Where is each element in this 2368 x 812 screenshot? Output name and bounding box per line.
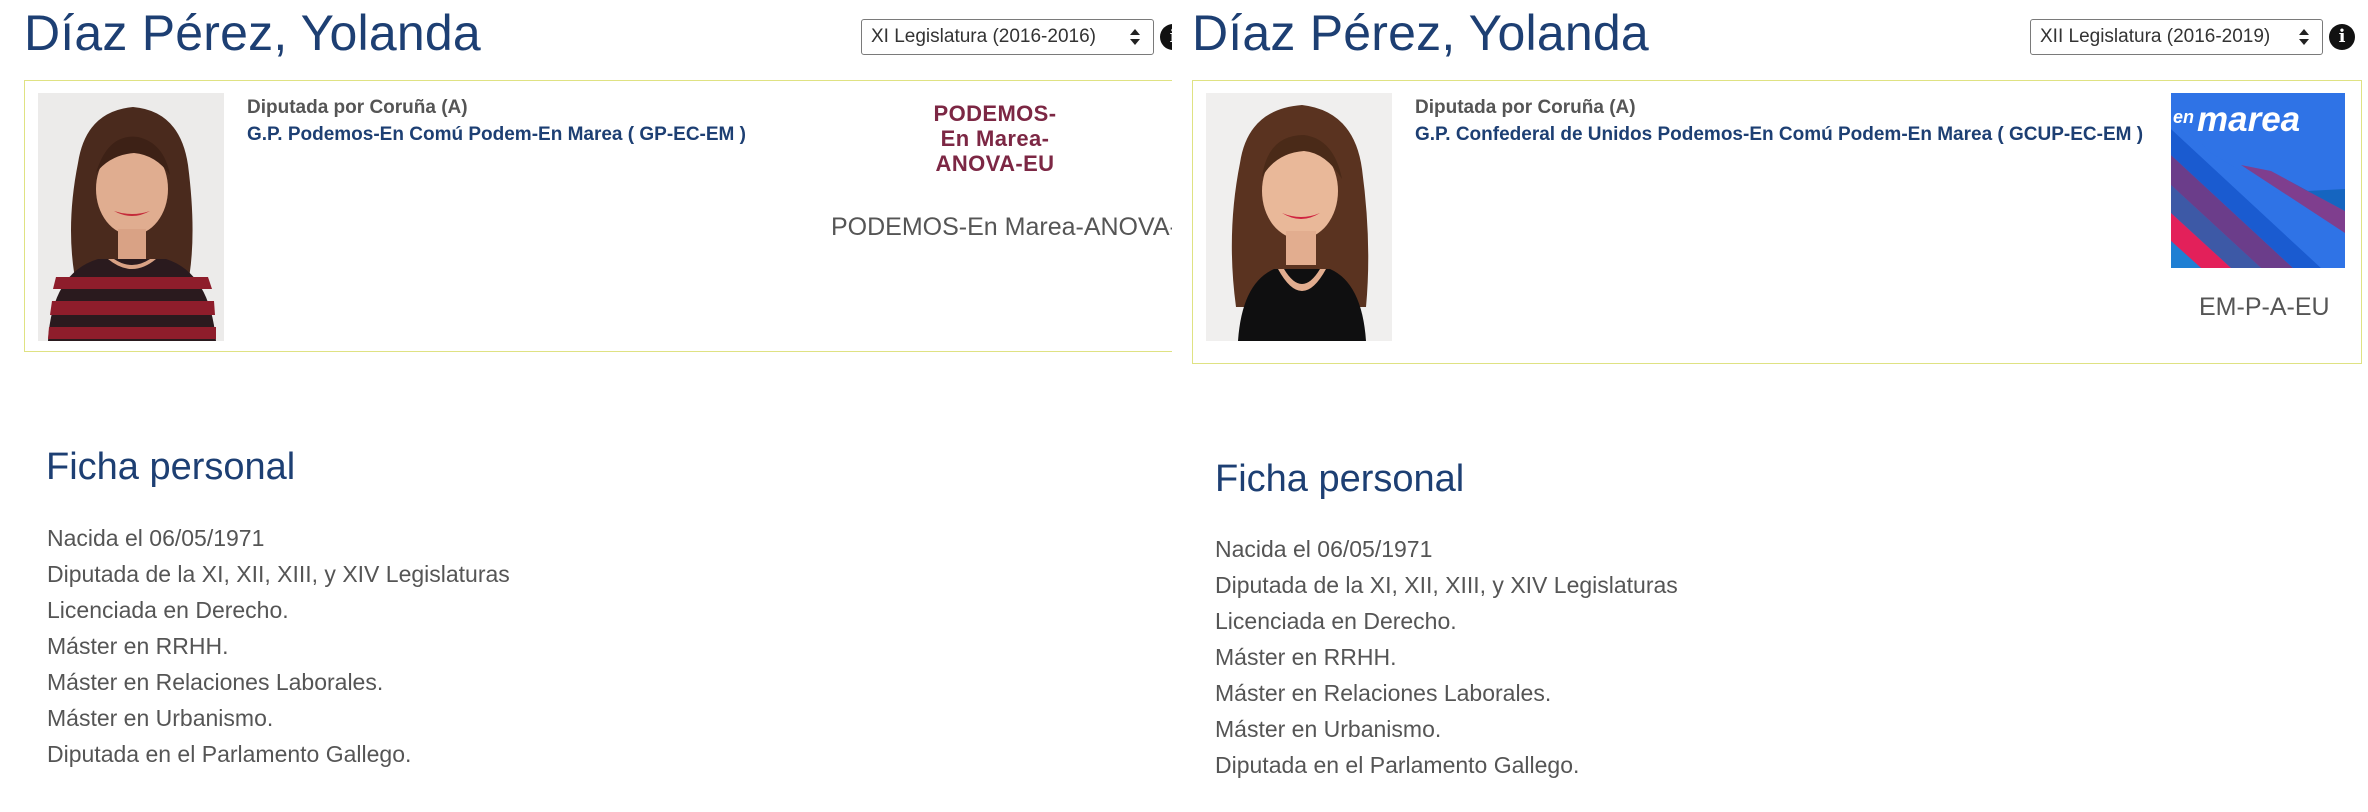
info-icon[interactable]: i [2329,24,2355,50]
district-label: Diputada por Coruña (A) [1415,97,1636,118]
deputy-name: Díaz Pérez, Yolanda [1192,5,1649,61]
parliamentary-group-link[interactable]: G.P. Confederal de Unidos Podemos-En Com… [1415,122,2143,148]
deputy-photo [1206,93,1392,341]
svg-text:en: en [2173,107,2194,127]
select-arrows-icon [2299,29,2309,45]
bio-item: Diputada en el Parlamento Gallego. [47,741,412,767]
bio-item: Nacida el 06/05/1971 [1215,536,1433,562]
legislature-select[interactable]: XII Legislatura (2016-2019) [2030,19,2323,55]
info-icon[interactable]: i [1160,24,1172,50]
parliamentary-group-link[interactable]: G.P. Podemos-En Comú Podem-En Marea ( GP… [247,122,746,148]
bio-list: Nacida el 06/05/1971 Diputada de la XI, … [47,520,510,772]
deputy-card: Diputada por Coruña (A) G.P. Podemos-En … [24,80,1172,352]
party-logo-line: ANOVA-EU [935,151,1055,176]
bio-item: Máster en Urbanismo. [47,705,274,731]
deputy-card: Diputada por Coruña (A) G.P. Confederal … [1192,80,2362,364]
legislature-select[interactable]: XI Legislatura (2016-2016) [861,19,1154,55]
party-logo-line: PODEMOS- [933,101,1057,126]
bio-item: Diputada de la XI, XII, XIII, y XIV Legi… [1215,572,1678,598]
profile-panel-right: Díaz Pérez, Yolanda XII Legislatura (201… [1172,0,2368,812]
party-logo: en marea [2171,93,2345,268]
bio-item: Licenciada en Derecho. [47,597,289,623]
section-title: Ficha personal [1215,458,1465,500]
party-name: EM-P-A-EU [2199,293,2330,321]
party-logo: PODEMOS- En Marea- ANOVA-EU [915,101,1075,176]
legislature-select-value: XII Legislatura (2016-2019) [2040,26,2271,47]
bio-item: Nacida el 06/05/1971 [47,525,265,551]
deputy-name: Díaz Pérez, Yolanda [24,5,481,61]
profile-panel-left: Díaz Pérez, Yolanda XI Legislatura (2016… [0,0,1172,812]
district-label: Diputada por Coruña (A) [247,97,468,118]
bio-item: Diputada de la XI, XII, XIII, y XIV Legi… [47,561,510,587]
select-arrows-icon [1130,29,1140,45]
section-title: Ficha personal [46,446,296,488]
bio-item: Máster en Urbanismo. [1215,716,1442,742]
legislature-select-value: XI Legislatura (2016-2016) [871,26,1096,47]
bio-item: Diputada en el Parlamento Gallego. [1215,752,1580,778]
bio-item: Máster en RRHH. [1215,644,1397,670]
party-name: PODEMOS-En Marea-ANOVA-EU [831,213,1172,241]
party-logo-line: En Marea- [940,126,1050,151]
bio-item: Máster en Relaciones Laborales. [47,669,384,695]
bio-list: Nacida el 06/05/1971 Diputada de la XI, … [1215,531,1678,783]
svg-text:marea: marea [2197,100,2300,139]
bio-item: Máster en Relaciones Laborales. [1215,680,1552,706]
bio-item: Máster en RRHH. [47,633,229,659]
deputy-photo [38,93,224,341]
bio-item: Licenciada en Derecho. [1215,608,1457,634]
